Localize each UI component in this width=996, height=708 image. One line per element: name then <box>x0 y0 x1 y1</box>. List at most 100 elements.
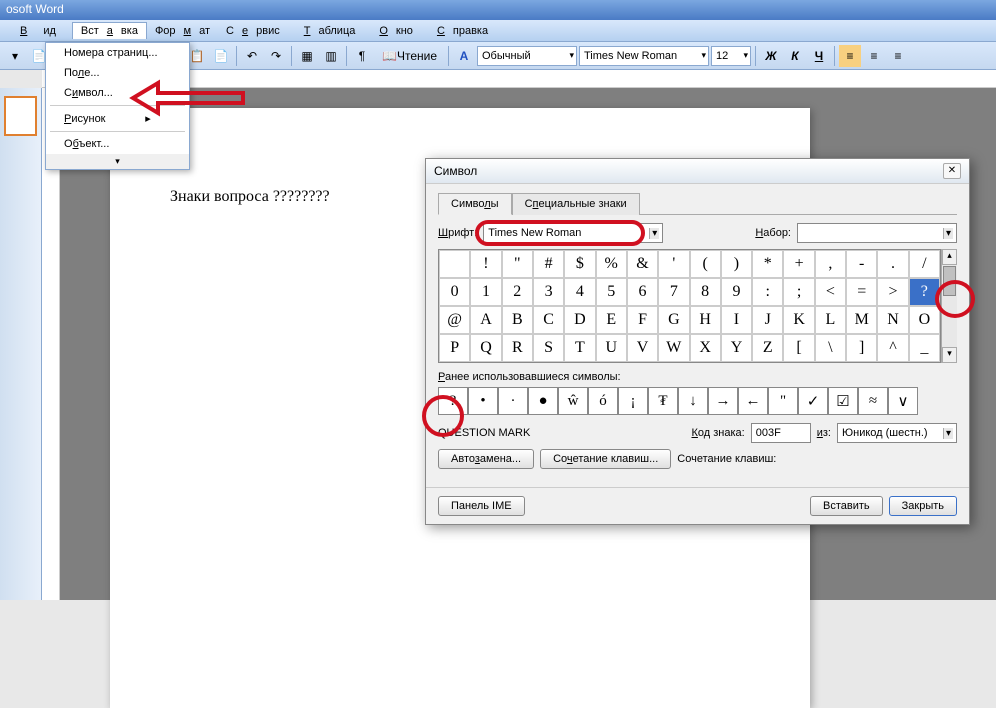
symbol-cell[interactable]: W <box>658 334 689 362</box>
recent-symbol-cell[interactable]: ← <box>738 387 768 415</box>
menu-service[interactable]: Сервис <box>218 23 288 39</box>
close-button[interactable]: Закрыть <box>889 496 957 516</box>
code-input[interactable] <box>751 423 811 443</box>
align-left-icon[interactable]: ≡ <box>839 45 861 67</box>
symbol-cell[interactable]: + <box>783 250 814 278</box>
read-button[interactable]: 📖 Чтение <box>375 45 444 67</box>
symbol-cell[interactable]: ( <box>690 250 721 278</box>
symbol-cell[interactable]: A <box>470 306 501 334</box>
font-select[interactable]: Times New Roman <box>579 46 709 66</box>
symbol-cell[interactable]: # <box>533 250 564 278</box>
scrollbar[interactable]: ▴ ▾ <box>941 249 957 363</box>
symbol-cell[interactable]: R <box>502 334 533 362</box>
set-select[interactable] <box>797 223 957 243</box>
symbol-cell[interactable]: Q <box>470 334 501 362</box>
recent-symbol-cell[interactable]: ? <box>438 387 468 415</box>
table-icon[interactable]: ▦ <box>296 45 318 67</box>
symbol-cell[interactable]: U <box>596 334 627 362</box>
symbol-cell[interactable]: 3 <box>533 278 564 306</box>
symbol-cell[interactable]: ? <box>909 278 940 306</box>
symbol-cell[interactable]: B <box>502 306 533 334</box>
redo-icon[interactable]: ↷ <box>265 45 287 67</box>
symbol-cell[interactable]: J <box>752 306 783 334</box>
menu-format[interactable]: Формат <box>147 23 218 39</box>
symbol-cell[interactable]: 1 <box>470 278 501 306</box>
symbol-cell[interactable]: N <box>877 306 908 334</box>
symbol-cell[interactable]: V <box>627 334 658 362</box>
ime-button[interactable]: Панель IME <box>438 496 525 516</box>
symbol-cell[interactable]: ) <box>721 250 752 278</box>
symbol-cell[interactable]: 8 <box>690 278 721 306</box>
recent-symbol-cell[interactable]: " <box>768 387 798 415</box>
tb-icon[interactable]: ▾ <box>4 45 26 67</box>
symbol-cell[interactable]: , <box>815 250 846 278</box>
recent-symbol-cell[interactable]: → <box>708 387 738 415</box>
symbol-cell[interactable]: > <box>877 278 908 306</box>
recent-symbol-cell[interactable]: ó <box>588 387 618 415</box>
menu-field[interactable]: Поле... <box>46 63 189 83</box>
symbol-cell[interactable]: 5 <box>596 278 627 306</box>
menu-symbol[interactable]: Символ... <box>46 83 189 103</box>
paste-icon[interactable]: 📄 <box>210 45 232 67</box>
menu-help[interactable]: Справка <box>421 23 496 39</box>
symbol-cell[interactable]: F <box>627 306 658 334</box>
columns-icon[interactable]: ▥ <box>320 45 342 67</box>
symbol-cell[interactable]: 0 <box>439 278 470 306</box>
menu-picture[interactable]: Рисунок ▸ <box>46 108 189 129</box>
symbol-cell[interactable]: $ <box>564 250 595 278</box>
symbol-cell[interactable]: S <box>533 334 564 362</box>
symbol-cell[interactable]: % <box>596 250 627 278</box>
symbol-cell[interactable]: 7 <box>658 278 689 306</box>
recent-symbol-cell[interactable]: ● <box>528 387 558 415</box>
symbol-cell[interactable]: M <box>846 306 877 334</box>
symbol-cell[interactable]: * <box>752 250 783 278</box>
autochange-button[interactable]: Автозамена... <box>438 449 534 469</box>
from-select[interactable]: Юникод (шестн.) <box>837 423 957 443</box>
symbol-cell[interactable]: ; <box>783 278 814 306</box>
tab-symbols[interactable]: Символы <box>438 193 512 215</box>
symbol-cell[interactable]: Z <box>752 334 783 362</box>
align-right-icon[interactable]: ≡ <box>887 45 909 67</box>
italic-button[interactable]: К <box>784 45 806 67</box>
symbol-cell[interactable]: I <box>721 306 752 334</box>
align-center-icon[interactable]: ≡ <box>863 45 885 67</box>
symbol-cell[interactable]: - <box>846 250 877 278</box>
symbol-cell[interactable]: ^ <box>877 334 908 362</box>
menu-table[interactable]: Таблица <box>288 23 364 39</box>
symbol-cell[interactable]: E <box>596 306 627 334</box>
font-select-dialog[interactable]: Times New Roman <box>483 223 663 243</box>
scroll-up-icon[interactable]: ▴ <box>942 249 957 265</box>
symbol-cell[interactable]: ] <box>846 334 877 362</box>
symbol-cell[interactable]: G <box>658 306 689 334</box>
recent-symbol-cell[interactable]: ≈ <box>858 387 888 415</box>
symbol-cell[interactable]: K <box>783 306 814 334</box>
symbol-cell[interactable]: \ <box>815 334 846 362</box>
menu-view[interactable]: Вид <box>4 23 72 39</box>
symbol-cell[interactable]: [ <box>783 334 814 362</box>
recent-symbol-cell[interactable]: ↓ <box>678 387 708 415</box>
underline-button[interactable]: Ч <box>808 45 830 67</box>
page-thumbnail[interactable] <box>4 96 37 136</box>
shortcut-button[interactable]: Сочетание клавиш... <box>540 449 671 469</box>
symbol-cell[interactable]: ' <box>658 250 689 278</box>
symbol-cell[interactable]: " <box>502 250 533 278</box>
menu-window[interactable]: Окно <box>363 23 421 39</box>
symbol-cell[interactable]: : <box>752 278 783 306</box>
symbol-cell[interactable]: Y <box>721 334 752 362</box>
symbol-cell[interactable]: < <box>815 278 846 306</box>
menu-expand[interactable]: ▾ <box>46 154 189 169</box>
size-select[interactable]: 12 <box>711 46 751 66</box>
symbol-cell[interactable]: L <box>815 306 846 334</box>
menu-page-numbers[interactable]: Номера страниц... <box>46 43 189 63</box>
undo-icon[interactable]: ↶ <box>241 45 263 67</box>
symbol-cell[interactable]: H <box>690 306 721 334</box>
menu-object[interactable]: Объект... <box>46 134 189 154</box>
symbol-cell[interactable]: D <box>564 306 595 334</box>
close-icon[interactable]: ✕ <box>943 163 961 179</box>
tab-special[interactable]: Специальные знаки <box>512 193 640 215</box>
font-color-icon[interactable]: A <box>453 45 475 67</box>
symbol-cell[interactable]: 6 <box>627 278 658 306</box>
symbol-cell[interactable]: / <box>909 250 940 278</box>
recent-symbol-cell[interactable]: ☑ <box>828 387 858 415</box>
recent-symbol-cell[interactable]: ₮ <box>648 387 678 415</box>
